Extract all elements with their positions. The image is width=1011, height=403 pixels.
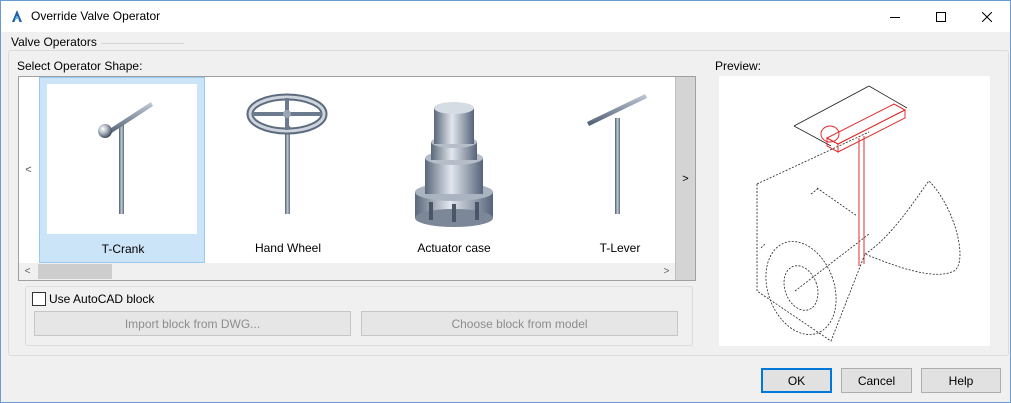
ok-button[interactable]: OK [761,368,832,393]
shape-item-actuator-case[interactable]: Actuator case [371,77,537,263]
scroll-left-button[interactable]: < [19,77,38,263]
scrollbar-thumb[interactable] [38,264,112,279]
t-crank-thumbnail [47,84,197,234]
help-button[interactable]: Help [921,368,1001,393]
minimize-button[interactable] [872,1,918,32]
close-button[interactable] [964,1,1010,32]
dialog-window: Override Valve Operator Valve Operators … [0,0,1011,403]
shape-item-t-crank[interactable]: T-Crank [39,77,205,263]
shape-item-t-lever[interactable]: T-Lever [537,77,695,263]
select-shape-label: Select Operator Shape: [17,59,143,73]
t-lever-label: T-Lever [599,241,641,255]
operator-shape-list[interactable]: < T-Crank Hand Wheel Actuator case T-Lev… [18,76,696,281]
cancel-button[interactable]: Cancel [841,368,912,393]
maximize-button[interactable] [918,1,964,32]
scrollbar-left-arrow[interactable]: < [19,263,36,280]
use-autocad-block-checkbox[interactable] [32,292,46,306]
group-divider [101,43,184,44]
autocad-icon [9,8,25,24]
maximize-icon [936,11,946,22]
shape-item-hand-wheel[interactable]: Hand Wheel [205,77,371,263]
preview-label: Preview: [715,59,762,73]
title-bar[interactable]: Override Valve Operator [1,1,1010,32]
preview-drawing [756,85,961,342]
scroll-right-button[interactable]: > [675,77,695,280]
t-crank-label: T-Crank [101,242,145,256]
scrollbar-right-arrow[interactable]: > [658,263,675,280]
t-lever-thumbnail [545,84,695,234]
preview-panel [719,76,990,346]
chevron-left-icon: < [25,164,32,176]
use-autocad-block-label[interactable]: Use AutoCAD block [49,292,154,306]
actuator-case-thumbnail [379,84,529,234]
horizontal-scrollbar[interactable]: < > [19,263,675,280]
hand-wheel-label: Hand Wheel [254,241,322,255]
window-title: Override Valve Operator [31,9,161,23]
minimize-icon [890,12,900,22]
actuator-case-label: Actuator case [417,241,491,255]
chevron-right-icon: > [682,172,689,185]
group-label: Valve Operators [11,35,97,49]
choose-block-button[interactable]: Choose block from model [361,311,678,336]
close-icon [982,11,992,22]
import-block-button[interactable]: Import block from DWG... [34,311,351,336]
hand-wheel-thumbnail [213,84,363,234]
